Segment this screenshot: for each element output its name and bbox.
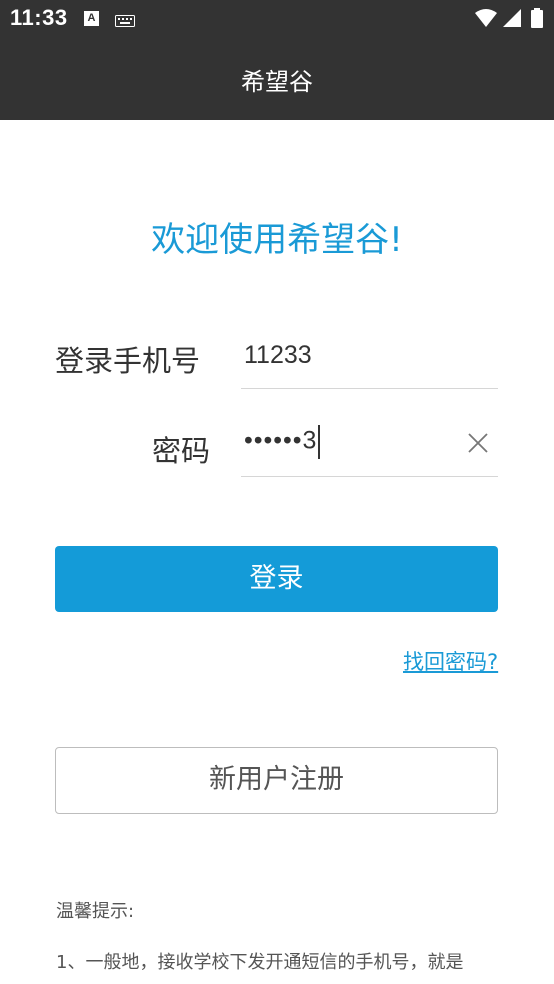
battery-icon — [531, 8, 543, 32]
register-button[interactable]: 新用户注册 — [55, 747, 498, 814]
clear-icon[interactable] — [466, 431, 490, 455]
a-notification-icon: A — [84, 11, 99, 26]
phone-input[interactable]: 11233 — [244, 341, 312, 370]
text-caret — [318, 425, 321, 459]
tips-line-1: 1、一般地，接收学校下发开通短信的手机号，就是 — [56, 952, 464, 973]
password-underline — [241, 476, 498, 477]
password-value: ••••••3 — [244, 426, 318, 455]
status-time: 11:33 — [10, 5, 68, 30]
wifi-icon — [475, 9, 497, 31]
password-input[interactable]: ••••••3 — [244, 425, 321, 459]
login-button[interactable]: 登录 — [55, 546, 498, 612]
welcome-heading: 欢迎使用希望谷! — [151, 220, 403, 260]
phone-label: 登录手机号 — [55, 344, 201, 378]
signal-icon — [503, 9, 521, 31]
password-label: 密码 — [151, 434, 210, 468]
keyboard-icon — [115, 12, 135, 31]
forgot-password-link[interactable]: 找回密码? — [403, 646, 498, 676]
tips-title: 温馨提示: — [56, 901, 135, 922]
app-bar: 希望谷 — [0, 38, 554, 120]
app-title: 希望谷 — [241, 68, 313, 96]
status-bar: 11:33 A — [0, 0, 554, 38]
login-screen: 11:33 A 希望谷 欢迎使用希望谷! 登录手机号 11233 密码 ••••… — [0, 0, 554, 984]
phone-underline — [241, 388, 498, 389]
